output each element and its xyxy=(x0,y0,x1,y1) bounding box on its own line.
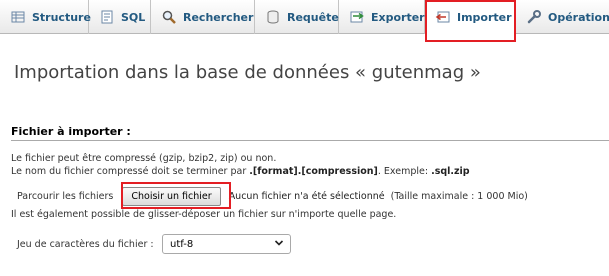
charset-label: Jeu de caractères du fichier : xyxy=(17,238,154,250)
charset-select[interactable]: utf-8 xyxy=(162,234,291,254)
choose-file-button[interactable]: Choisir un fichier xyxy=(122,186,221,206)
filename-note-example-prefix: . Exemple: xyxy=(377,166,432,177)
tab-label: Rechercher xyxy=(183,10,254,24)
search-icon xyxy=(161,9,177,25)
tab-operations[interactable]: Opérations xyxy=(516,0,609,34)
chevron-down-icon xyxy=(274,238,284,251)
filename-note-example: .sql.zip xyxy=(431,166,470,177)
charset-select-wrap: utf-8 xyxy=(162,234,291,254)
query-icon xyxy=(265,9,281,25)
filename-note-prefix: Le nom du fichier compressé doit se term… xyxy=(11,166,250,177)
browse-row: Parcourir les fichiers Choisir un fichie… xyxy=(17,184,528,208)
section-title: Fichier à importer : xyxy=(11,125,131,138)
tab-label: Opérations xyxy=(548,10,609,24)
tab-export[interactable]: Exporter xyxy=(339,0,425,34)
structure-icon xyxy=(10,9,26,25)
wrench-icon xyxy=(526,9,542,25)
section-divider xyxy=(11,140,609,141)
tab-label: Exporter xyxy=(371,10,425,24)
import-icon xyxy=(435,9,451,25)
filename-note-format: .[format].[compression] xyxy=(249,166,378,177)
tab-import[interactable]: Importer xyxy=(425,0,516,35)
tab-structure[interactable]: Structure xyxy=(0,0,91,34)
filename-note: Le nom du fichier compressé doit se term… xyxy=(11,166,470,177)
tab-bar: Structure SQL Rechercher Requête Exporte… xyxy=(0,0,609,35)
compress-note: Le fichier peut être compressé (gzip, bz… xyxy=(11,153,277,164)
tab-label: Importer xyxy=(457,10,512,24)
charset-select-value: utf-8 xyxy=(170,238,194,250)
tab-label: Requête xyxy=(287,10,339,24)
tab-search[interactable]: Rechercher xyxy=(151,0,255,34)
tab-query[interactable]: Requête xyxy=(255,0,339,34)
file-status: Aucun fichier n'a été sélectionné xyxy=(228,190,385,202)
charset-row: Jeu de caractères du fichier : utf-8 xyxy=(17,234,291,254)
tab-sql[interactable]: SQL xyxy=(89,0,151,34)
page-title: Importation dans la base de données « gu… xyxy=(14,62,481,83)
export-icon xyxy=(349,9,365,25)
tab-label: SQL xyxy=(121,10,146,24)
tab-label: Structure xyxy=(32,10,91,24)
max-size-note: (Taille maximale : 1 000 Mio) xyxy=(390,190,528,202)
drag-drop-note: Il est également possible de glisser-dép… xyxy=(11,209,397,220)
sql-icon xyxy=(99,9,115,25)
browse-label: Parcourir les fichiers xyxy=(17,190,114,202)
